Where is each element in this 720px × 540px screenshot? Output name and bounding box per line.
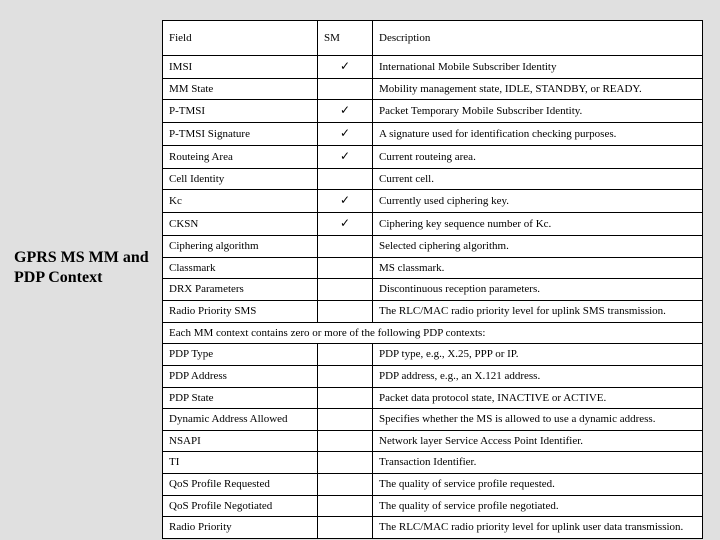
subsection-row: Each MM context contains zero or more of…: [163, 322, 703, 344]
slide-title: GPRS MS MM and PDP Context: [14, 248, 154, 288]
cell-field: MM State: [163, 78, 318, 100]
cell-description: The quality of service profile negotiate…: [373, 495, 703, 517]
cell-sm: [318, 452, 373, 474]
cell-field: Radio Priority: [163, 517, 318, 539]
cell-description: The RLC/MAC radio priority level for upl…: [373, 517, 703, 539]
cell-sm: [318, 344, 373, 366]
cell-description: PDP address, e.g., an X.121 address.: [373, 365, 703, 387]
cell-sm: [318, 409, 373, 431]
cell-field: DRX Parameters: [163, 279, 318, 301]
cell-sm: [318, 236, 373, 258]
cell-field: P-TMSI Signature: [163, 123, 318, 146]
table-row: Dynamic Address Allowed Specifies whether…: [163, 409, 703, 431]
table-row: QoS Profile Negotiated The quality of ser…: [163, 495, 703, 517]
cell-field: CKSN: [163, 213, 318, 236]
table-row: PDP State Packet data protocol state, INA…: [163, 387, 703, 409]
cell-sm: [318, 300, 373, 322]
cell-description: Currently used ciphering key.: [373, 190, 703, 213]
table-row: Cell Identity Current cell.: [163, 168, 703, 190]
col-sm-header: SM: [318, 21, 373, 56]
cell-description: Network layer Service Access Point Ident…: [373, 430, 703, 452]
cell-field: Routeing Area: [163, 146, 318, 169]
cell-field: Dynamic Address Allowed: [163, 409, 318, 431]
table-row: PDP Type PDP type, e.g., X.25, PPP or IP.: [163, 344, 703, 366]
subsection-text: Each MM context contains zero or more of…: [163, 322, 703, 344]
table-row: Radio Priority SMS The RLC/MAC radio prio…: [163, 300, 703, 322]
cell-field: PDP Type: [163, 344, 318, 366]
cell-description: Transaction Identifier.: [373, 452, 703, 474]
cell-description: Specifies whether the MS is allowed to u…: [373, 409, 703, 431]
cell-description: Ciphering key sequence number of Kc.: [373, 213, 703, 236]
cell-sm: ✓: [318, 146, 373, 169]
col-field-header: Field: [163, 21, 318, 56]
cell-sm: ✓: [318, 123, 373, 146]
table-row: IMSI✓International Mobile Subscriber Ide…: [163, 56, 703, 79]
cell-field: Radio Priority SMS: [163, 300, 318, 322]
table-body: IMSI✓International Mobile Subscriber Ide…: [163, 56, 703, 539]
cell-sm: [318, 365, 373, 387]
table-row: NSAPI Network layer Service Access Point …: [163, 430, 703, 452]
cell-field: IMSI: [163, 56, 318, 79]
cell-description: MS classmark.: [373, 257, 703, 279]
cell-sm: ✓: [318, 56, 373, 79]
cell-description: A signature used for identification chec…: [373, 123, 703, 146]
cell-field: PDP State: [163, 387, 318, 409]
cell-field: TI: [163, 452, 318, 474]
cell-sm: [318, 78, 373, 100]
cell-description: The RLC/MAC radio priority level for upl…: [373, 300, 703, 322]
cell-description: International Mobile Subscriber Identity: [373, 56, 703, 79]
cell-sm: ✓: [318, 190, 373, 213]
table-container: Field SM Description IMSI✓International …: [162, 20, 702, 520]
col-desc-header: Description: [373, 21, 703, 56]
cell-sm: [318, 387, 373, 409]
cell-sm: [318, 517, 373, 539]
cell-description: Current routeing area.: [373, 146, 703, 169]
cell-field: PDP Address: [163, 365, 318, 387]
cell-sm: [318, 279, 373, 301]
cell-description: Discontinuous reception parameters.: [373, 279, 703, 301]
cell-field: P-TMSI: [163, 100, 318, 123]
cell-description: Packet data protocol state, INACTIVE or …: [373, 387, 703, 409]
cell-field: Ciphering algorithm: [163, 236, 318, 258]
table-row: MM State Mobility management state, IDLE,…: [163, 78, 703, 100]
table-row: P-TMSI✓Packet Temporary Mobile Subscribe…: [163, 100, 703, 123]
cell-description: Selected ciphering algorithm.: [373, 236, 703, 258]
table-row: Classmark MS classmark.: [163, 257, 703, 279]
cell-sm: [318, 495, 373, 517]
cell-sm: [318, 257, 373, 279]
table-row: Kc✓Currently used ciphering key.: [163, 190, 703, 213]
cell-description: Mobility management state, IDLE, STANDBY…: [373, 78, 703, 100]
cell-sm: ✓: [318, 213, 373, 236]
table-row: CKSN✓Ciphering key sequence number of Kc…: [163, 213, 703, 236]
cell-field: Kc: [163, 190, 318, 213]
table-row: QoS Profile Requested The quality of serv…: [163, 474, 703, 496]
table-row: PDP Address PDP address, e.g., an X.121 a…: [163, 365, 703, 387]
table-row: Radio Priority The RLC/MAC radio priority…: [163, 517, 703, 539]
table-header-row: Field SM Description: [163, 21, 703, 56]
cell-sm: [318, 168, 373, 190]
cell-field: NSAPI: [163, 430, 318, 452]
table-row: DRX Parameters Discontinuous reception pa…: [163, 279, 703, 301]
cell-description: PDP type, e.g., X.25, PPP or IP.: [373, 344, 703, 366]
context-table: Field SM Description IMSI✓International …: [162, 20, 703, 539]
cell-sm: ✓: [318, 100, 373, 123]
cell-sm: [318, 430, 373, 452]
table-row: TI Transaction Identifier.: [163, 452, 703, 474]
table-row: Ciphering algorithm Selected ciphering al…: [163, 236, 703, 258]
cell-field: QoS Profile Requested: [163, 474, 318, 496]
cell-field: Classmark: [163, 257, 318, 279]
cell-description: Packet Temporary Mobile Subscriber Ident…: [373, 100, 703, 123]
cell-description: The quality of service profile requested…: [373, 474, 703, 496]
table-row: P-TMSI Signature✓A signature used for id…: [163, 123, 703, 146]
cell-description: Current cell.: [373, 168, 703, 190]
cell-field: QoS Profile Negotiated: [163, 495, 318, 517]
table-row: Routeing Area✓Current routeing area.: [163, 146, 703, 169]
cell-field: Cell Identity: [163, 168, 318, 190]
cell-sm: [318, 474, 373, 496]
